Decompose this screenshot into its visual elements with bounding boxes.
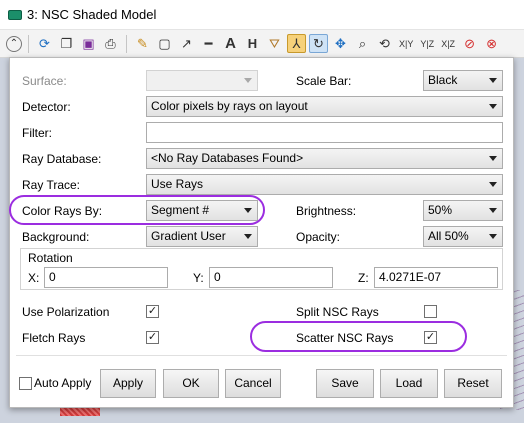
color-rays-by-label: Color Rays By: xyxy=(22,204,103,218)
brightness-label: Brightness: xyxy=(296,204,357,218)
use-polarization-checkbox[interactable]: ✓ xyxy=(146,305,159,318)
detector-label: Detector: xyxy=(22,100,71,114)
print-icon[interactable]: ⎙ xyxy=(101,34,120,53)
chevron-down-icon xyxy=(489,156,497,161)
xz-view-button[interactable]: X|Z xyxy=(439,34,457,53)
cancel-button[interactable]: Cancel xyxy=(225,369,281,398)
background-select[interactable]: Gradient User xyxy=(146,226,258,247)
chevron-down-icon xyxy=(489,234,497,239)
auto-apply-checkbox[interactable] xyxy=(19,377,32,390)
rotation-x-label: X: xyxy=(28,271,40,285)
rotation-y-label: Y: xyxy=(193,271,204,285)
color-rays-by-select[interactable]: Segment # xyxy=(146,200,258,221)
fletch-rays-checkbox[interactable]: ✓ xyxy=(146,331,159,344)
settings-collapse-icon[interactable]: ⌃ xyxy=(6,35,22,52)
opacity-select[interactable]: All 50% xyxy=(423,226,503,247)
rectangle-icon[interactable]: ▢ xyxy=(155,34,174,53)
rotation-x-input[interactable]: 0 xyxy=(44,267,168,288)
rotation-z-input[interactable]: 4.0271E-07 xyxy=(374,267,498,288)
window-titlebar: 3: NSC Shaded Model xyxy=(0,0,524,30)
brightness-select[interactable]: 50% xyxy=(423,200,503,221)
chevron-down-icon xyxy=(489,182,497,187)
scale-bar-label: Scale Bar: xyxy=(296,74,352,88)
ray-trace-label: Ray Trace: xyxy=(22,178,81,192)
rotation-title: Rotation xyxy=(26,251,75,265)
zoom-icon[interactable]: ⌕ xyxy=(353,34,372,53)
xy-view-button[interactable]: X|Y xyxy=(397,34,415,53)
view-perspective-icon[interactable]: ⛛ xyxy=(265,34,284,53)
text-icon[interactable]: A xyxy=(221,34,240,53)
filter-input[interactable] xyxy=(146,122,503,143)
close-icon[interactable]: ⊗ xyxy=(482,34,501,53)
scatter-nsc-rays-label: Scatter NSC Rays xyxy=(296,331,394,345)
chevron-down-icon xyxy=(244,234,252,239)
chevron-down-icon xyxy=(489,208,497,213)
divider xyxy=(16,355,507,356)
ok-button[interactable]: OK xyxy=(163,369,219,398)
reset-view-icon[interactable]: ⟲ xyxy=(375,34,394,53)
app-icon xyxy=(8,9,22,20)
arrow-icon[interactable]: ↗ xyxy=(177,34,196,53)
surface-select xyxy=(146,70,258,91)
ray-trace-select[interactable]: Use Rays xyxy=(146,174,503,195)
chevron-down-icon xyxy=(244,78,252,83)
auto-apply-label: Auto Apply xyxy=(34,376,92,390)
pencil-icon[interactable]: ✎ xyxy=(133,34,152,53)
save-button[interactable]: Save xyxy=(316,369,374,398)
split-nsc-rays-checkbox[interactable] xyxy=(424,305,437,318)
surface-label: Surface: xyxy=(22,74,67,88)
dimension-icon[interactable]: H xyxy=(243,34,262,53)
use-polarization-label: Use Polarization xyxy=(22,305,110,319)
reset-button[interactable]: Reset xyxy=(444,369,502,398)
window-title: 3: NSC Shaded Model xyxy=(27,7,157,22)
rotation-y-input[interactable]: 0 xyxy=(209,267,333,288)
yz-view-button[interactable]: Y|Z xyxy=(418,34,436,53)
stop-icon[interactable]: ⊘ xyxy=(460,34,479,53)
pan-icon[interactable]: ✥ xyxy=(331,34,350,53)
fletch-rays-label: Fletch Rays xyxy=(22,331,86,345)
background-label: Background: xyxy=(22,230,90,244)
save-icon[interactable]: ▣ xyxy=(79,34,98,53)
apply-button[interactable]: Apply xyxy=(100,369,156,398)
axes-icon[interactable]: ⅄ xyxy=(287,34,306,53)
toolbar-separator xyxy=(28,34,29,53)
copy-icon[interactable]: ❐ xyxy=(57,34,76,53)
ray-database-select[interactable]: <No Ray Databases Found> xyxy=(146,148,503,169)
split-nsc-rays-label: Split NSC Rays xyxy=(296,305,379,319)
rotate-icon[interactable]: ↻ xyxy=(309,34,328,53)
chevron-down-icon xyxy=(244,208,252,213)
chevron-down-icon xyxy=(489,78,497,83)
filter-label: Filter: xyxy=(22,126,52,140)
ray-database-label: Ray Database: xyxy=(22,152,102,166)
scale-bar-select[interactable]: Black xyxy=(423,70,503,91)
opacity-label: Opacity: xyxy=(296,230,341,244)
rotation-z-label: Z: xyxy=(358,271,369,285)
detector-select[interactable]: Color pixels by rays on layout xyxy=(146,96,503,117)
line-icon[interactable]: ━ xyxy=(199,34,218,53)
chevron-down-icon xyxy=(489,104,497,109)
scatter-nsc-rays-checkbox[interactable]: ✓ xyxy=(424,331,437,344)
toolbar-separator xyxy=(126,34,127,53)
load-button[interactable]: Load xyxy=(380,369,438,398)
settings-panel: Surface: Scale Bar: Black Detector: Colo… xyxy=(9,57,514,408)
refresh-icon[interactable]: ⟳ xyxy=(35,34,54,53)
toolbar: ⌃ ⟳ ❐ ▣ ⎙ ✎ ▢ ↗ ━ A H ⛛ ⅄ ↻ ✥ ⌕ ⟲ X|Y Y|… xyxy=(0,30,524,58)
